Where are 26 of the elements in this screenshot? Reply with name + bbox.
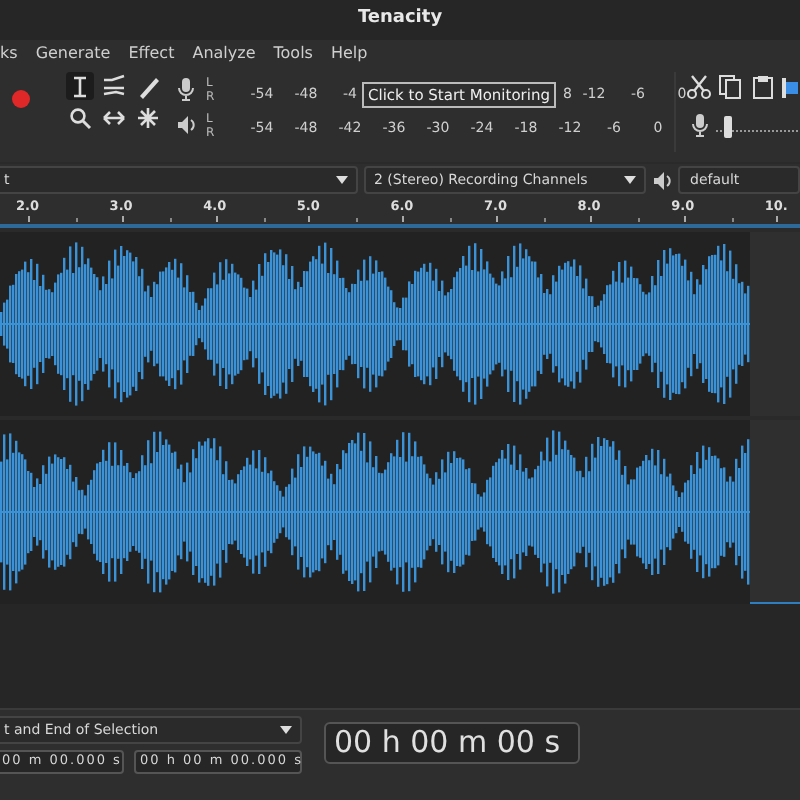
menu-item[interactable]: Effect bbox=[128, 42, 175, 66]
menu-item[interactable]: Analyze bbox=[192, 42, 256, 66]
pencil-icon-button[interactable] bbox=[134, 72, 162, 100]
copy-icon[interactable] bbox=[718, 74, 744, 100]
envelope-tool-icon-button[interactable] bbox=[100, 72, 128, 100]
asterisk-icon-button[interactable] bbox=[134, 104, 162, 132]
zoom-icon-button[interactable] bbox=[66, 104, 94, 132]
speaker-icon[interactable] bbox=[652, 167, 672, 193]
record-button[interactable] bbox=[12, 90, 30, 108]
microphone-icon[interactable] bbox=[690, 112, 710, 138]
caret-icon[interactable] bbox=[280, 726, 292, 734]
microphone-icon[interactable] bbox=[176, 76, 196, 102]
menu-item[interactable]: ks bbox=[0, 42, 18, 66]
menu-item[interactable]: Help bbox=[330, 42, 368, 66]
speaker-icon[interactable] bbox=[176, 112, 196, 138]
menu-item[interactable]: Tools bbox=[273, 42, 313, 66]
trim-icon[interactable] bbox=[782, 74, 798, 100]
time-display[interactable]: 00 h 00 m 00 s bbox=[324, 722, 580, 764]
caret-icon[interactable] bbox=[624, 176, 636, 184]
menu-item[interactable]: Generate bbox=[35, 42, 111, 66]
i-beam-icon-button[interactable] bbox=[66, 72, 94, 100]
window-title: Tenacity bbox=[357, 6, 443, 33]
volume-slider[interactable] bbox=[716, 113, 800, 137]
caret-icon[interactable] bbox=[336, 176, 348, 184]
scissors-icon[interactable] bbox=[686, 74, 712, 100]
clipboard-icon[interactable] bbox=[750, 74, 776, 100]
